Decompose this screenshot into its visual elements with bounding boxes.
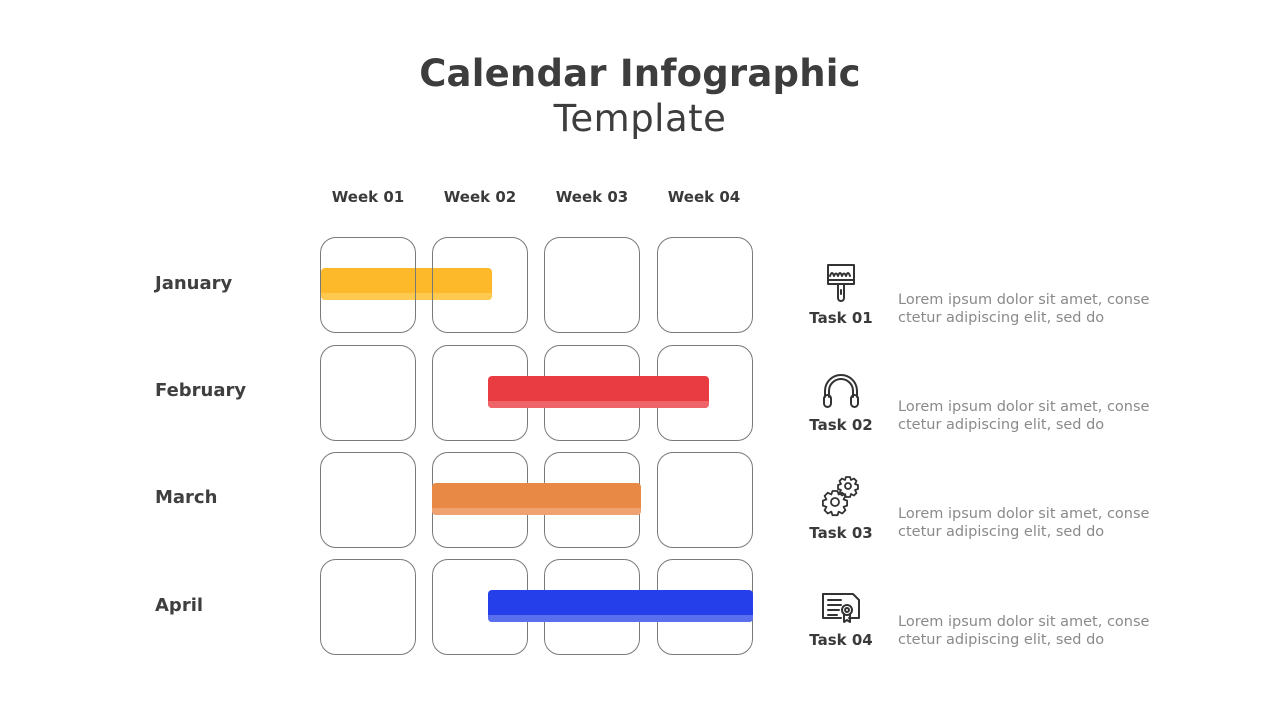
calendar-cell [320, 237, 416, 333]
description-line: ctetur adipiscing elit, sed do [898, 524, 1105, 540]
task-bar [432, 483, 641, 515]
calendar-cell [320, 559, 416, 655]
description-line: Lorem ipsum dolor sit amet, conse [898, 399, 1150, 415]
description-line: Lorem ipsum dolor sit amet, conse [898, 506, 1150, 522]
title: Calendar Infographic [419, 52, 861, 95]
task-label: Task 03 [809, 524, 873, 542]
task-description: Lorem ipsum dolor sit amet, conse ctetur… [898, 613, 1168, 649]
task-label: Task 04 [809, 631, 873, 649]
task-bar [488, 590, 753, 622]
description-line: Lorem ipsum dolor sit amet, conse [898, 292, 1150, 308]
description-line: Lorem ipsum dolor sit amet, conse [898, 614, 1150, 630]
task-description: Lorem ipsum dolor sit amet, conse ctetur… [898, 291, 1168, 327]
task-label: Task 01 [809, 309, 873, 327]
calendar-cell [320, 452, 416, 548]
calendar-cell [320, 345, 416, 441]
task-bar-shade [488, 615, 753, 622]
task-bar [488, 376, 709, 408]
task-label: Task 02 [809, 416, 873, 434]
month-label: March [155, 487, 218, 508]
month-label: January [155, 273, 233, 294]
calendar-cell [544, 237, 640, 333]
gears-icon [819, 474, 863, 518]
month-label: February [155, 380, 247, 401]
week-header: Week 01 [331, 188, 405, 206]
headphones-icon [819, 371, 863, 415]
description-line: ctetur adipiscing elit, sed do [898, 310, 1105, 326]
week-header: Week 02 [443, 188, 517, 206]
description-line: ctetur adipiscing elit, sed do [898, 632, 1105, 648]
week-header: Week 03 [555, 188, 629, 206]
month-label: April [155, 595, 204, 616]
subtitle: Template [553, 97, 727, 140]
calendar-cell [432, 237, 528, 333]
calendar-cell [657, 452, 753, 548]
description-line: ctetur adipiscing elit, sed do [898, 417, 1105, 433]
task-description: Lorem ipsum dolor sit amet, conse ctetur… [898, 398, 1168, 434]
paint-brush-icon [819, 262, 863, 306]
task-bar-shade [432, 508, 641, 515]
week-header: Week 04 [667, 188, 741, 206]
calendar-cell [657, 237, 753, 333]
task-bar-shade [488, 401, 709, 408]
task-description: Lorem ipsum dolor sit amet, conse ctetur… [898, 505, 1168, 541]
certificate-icon [819, 588, 863, 632]
